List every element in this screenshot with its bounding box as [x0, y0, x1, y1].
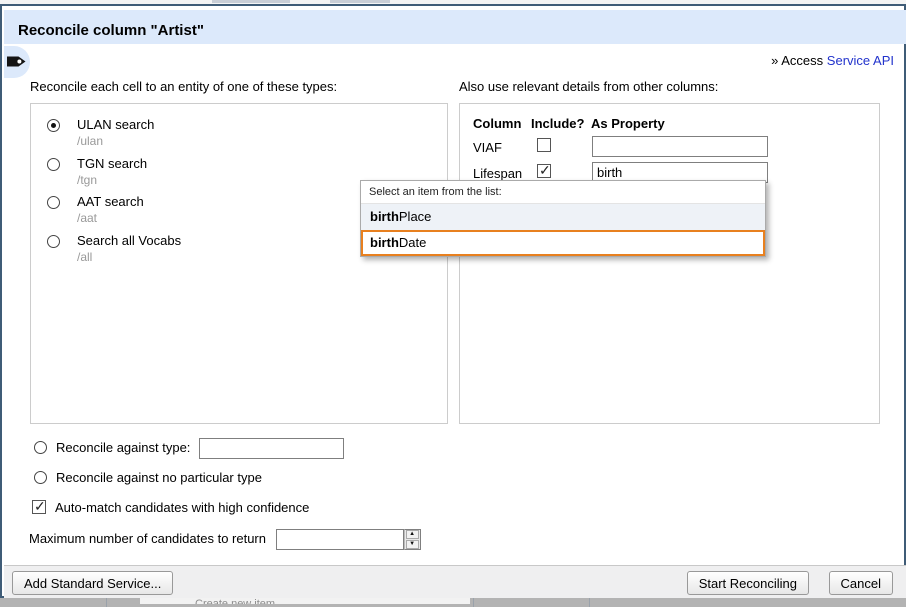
- radio-all[interactable]: [47, 235, 60, 248]
- background-row: Create new item: [140, 598, 470, 604]
- background-fragment: [212, 0, 290, 3]
- against-type-label: Reconcile against type:: [56, 440, 190, 455]
- dialog-title: Reconcile column "Artist": [18, 22, 204, 39]
- service-api-link[interactable]: Service API: [827, 53, 894, 68]
- reconcile-dialog: Reconcile column "Artist" » Access Servi…: [0, 4, 906, 598]
- type-path: /all: [77, 250, 92, 264]
- max-candidates-label: Maximum number of candidates to return: [29, 531, 266, 546]
- radio-ulan[interactable]: [47, 119, 60, 132]
- spinner-down-icon[interactable]: ▼: [406, 540, 419, 549]
- property-input-viaf[interactable]: [592, 136, 768, 157]
- automatch-checkbox[interactable]: [32, 500, 46, 514]
- background-divider: [106, 598, 107, 607]
- column-header-include: Include?: [531, 116, 584, 131]
- spinner-up-icon[interactable]: ▲: [406, 530, 419, 539]
- background-page-bottom: Create new item: [0, 598, 906, 607]
- suggest-rest: Place: [399, 209, 432, 224]
- column-header-column: Column: [473, 116, 521, 131]
- background-divider: [589, 598, 590, 607]
- type-label[interactable]: Search all Vocabs: [77, 233, 181, 248]
- row-label-lifespan: Lifespan: [473, 166, 522, 181]
- type-label[interactable]: TGN search: [77, 156, 147, 171]
- max-candidates-row: Maximum number of candidates to return ▲…: [29, 529, 404, 550]
- radio-tgn[interactable]: [47, 158, 60, 171]
- include-checkbox-lifespan[interactable]: [537, 164, 551, 178]
- access-prefix: » Access: [771, 53, 823, 68]
- automatch-label: Auto-match candidates with high confiden…: [55, 500, 309, 515]
- type-path: /tgn: [77, 173, 97, 187]
- type-option-ulan[interactable]: ULAN search /ulan: [47, 118, 427, 133]
- start-reconciling-button[interactable]: Start Reconciling: [687, 571, 809, 595]
- access-service-api: » Access Service API: [771, 53, 894, 68]
- include-checkbox-viaf[interactable]: [537, 138, 551, 152]
- types-panel: ULAN search /ulan TGN search /tgn AAT se…: [30, 103, 448, 424]
- suggest-rest: Date: [399, 235, 426, 250]
- against-type-input[interactable]: [199, 438, 344, 459]
- type-option-tgn[interactable]: TGN search /tgn: [47, 157, 427, 172]
- column-header-as-property: As Property: [591, 116, 665, 131]
- add-standard-service-button[interactable]: Add Standard Service...: [12, 571, 173, 595]
- reconcile-against-type-row: Reconcile against type:: [34, 438, 344, 459]
- automatch-row: Auto-match candidates with high confiden…: [32, 500, 309, 515]
- radio-no-type[interactable]: [34, 471, 47, 484]
- details-panel: Column Include? As Property VIAF Lifespa…: [459, 103, 880, 424]
- radio-aat[interactable]: [47, 196, 60, 209]
- max-candidates-spinner[interactable]: ▲ ▼: [404, 529, 421, 550]
- max-candidates-input[interactable]: [276, 529, 404, 550]
- tag-tab: [4, 46, 30, 78]
- suggest-match: birth: [370, 209, 399, 224]
- no-type-label: Reconcile against no particular type: [56, 470, 262, 485]
- dialog-footer: Add Standard Service... Start Reconcilin…: [4, 565, 906, 598]
- suggest-item-birthplace[interactable]: birthPlace: [361, 204, 765, 230]
- background-divider: [473, 598, 474, 607]
- type-path: /ulan: [77, 134, 103, 148]
- no-particular-type-row: Reconcile against no particular type: [34, 470, 262, 485]
- background-row-text: Create new item: [195, 598, 275, 604]
- radio-against-type[interactable]: [34, 441, 47, 454]
- dialog-header: Reconcile column "Artist": [4, 10, 906, 44]
- type-label[interactable]: AAT search: [77, 194, 144, 209]
- details-section-heading: Also use relevant details from other col…: [459, 79, 718, 94]
- suggest-prompt: Select an item from the list:: [361, 181, 765, 204]
- type-label[interactable]: ULAN search: [77, 117, 154, 132]
- type-path: /aat: [77, 211, 97, 225]
- background-fragment: [330, 0, 390, 3]
- cancel-button[interactable]: Cancel: [829, 571, 893, 595]
- suggest-item-birthdate[interactable]: birthDate: [361, 230, 765, 256]
- property-suggest-dropdown: Select an item from the list: birthPlace…: [360, 180, 766, 257]
- suggest-match: birth: [370, 235, 399, 250]
- screen: Reconcile column "Artist" » Access Servi…: [0, 0, 906, 607]
- row-label-viaf: VIAF: [473, 140, 502, 155]
- types-section-heading: Reconcile each cell to an entity of one …: [30, 79, 337, 94]
